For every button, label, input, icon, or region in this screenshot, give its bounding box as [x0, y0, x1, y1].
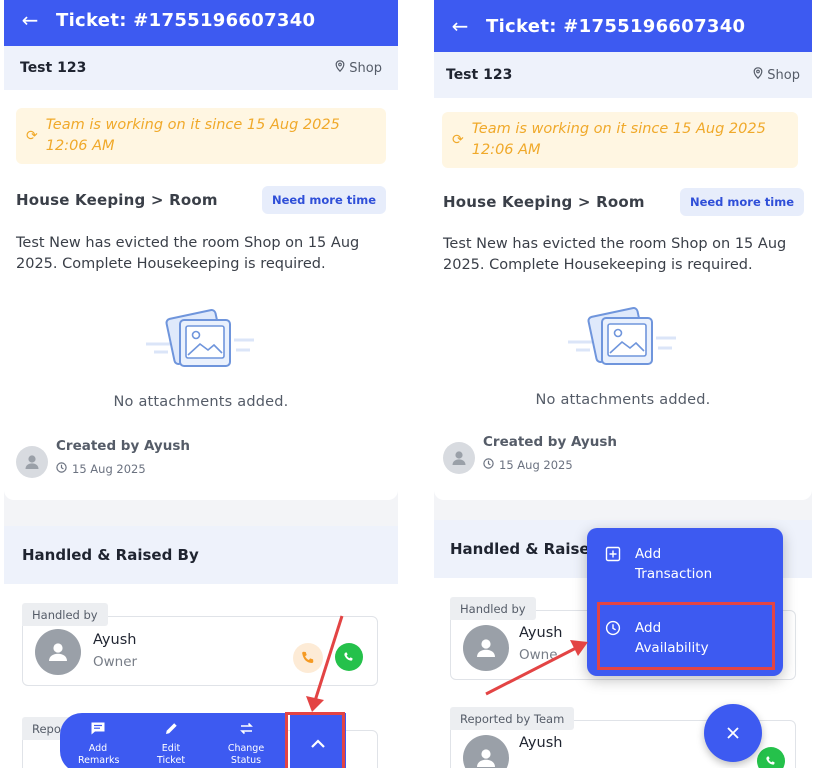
- add-transaction-label: Add Transaction: [635, 546, 713, 582]
- edit-ticket-button[interactable]: Edit Ticket: [154, 721, 188, 767]
- handled-by-tag: Handled by: [22, 603, 108, 626]
- reported-by-tag: Reported by Team: [450, 707, 575, 730]
- reporter-name: Ayush: [519, 735, 563, 751]
- created-date: 15 Aug 2025: [56, 462, 190, 476]
- add-availability-item[interactable]: Add Availability: [605, 618, 735, 658]
- avatar: [16, 446, 48, 478]
- location-label: Shop: [349, 60, 382, 76]
- change-status-button[interactable]: Change Status: [224, 721, 268, 767]
- status-banner-text: Team is working on it since 15 Aug 2025 …: [471, 121, 766, 158]
- ticket-subheader: Test 123 Shop: [434, 52, 812, 98]
- avatar: [443, 442, 475, 474]
- close-fab-button[interactable]: [704, 704, 762, 762]
- close-icon: [726, 721, 740, 745]
- avatar: [463, 625, 509, 671]
- created-date: 15 Aug 2025: [483, 458, 617, 472]
- back-arrow-icon[interactable]: ←: [4, 8, 56, 32]
- person-icon: [25, 455, 39, 469]
- handler-name: Ayush: [93, 632, 137, 648]
- handled-by-tag: Handled by: [450, 597, 536, 620]
- chevron-up-icon: [310, 734, 326, 753]
- expand-button[interactable]: [290, 713, 346, 768]
- sync-icon: ⟳: [452, 132, 464, 148]
- pencil-icon: [164, 721, 179, 740]
- no-attachments-text: No attachments added.: [113, 394, 289, 410]
- handled-raised-heading: Handled & Raised By: [4, 526, 398, 584]
- add-transaction-item[interactable]: Add Transaction: [605, 544, 735, 584]
- left-screen: ← Ticket: #1755196607340 Test 123 Shop ⟳…: [4, 0, 398, 768]
- person-icon: [49, 643, 67, 661]
- ticket-details-card: Test 123 Shop ⟳ Team is working on it si…: [4, 46, 398, 500]
- clock-icon: [483, 458, 494, 472]
- back-arrow-icon[interactable]: ←: [434, 14, 486, 38]
- person-icon: [452, 451, 466, 465]
- category-path: House Keeping > Room: [443, 193, 645, 211]
- status-banner: ⟳ Team is working on it since 15 Aug 202…: [442, 112, 798, 168]
- category-row: House Keeping > Room Need more time: [443, 188, 804, 216]
- edit-ticket-label: Edit Ticket: [156, 743, 186, 766]
- status-banner-text: Team is working on it since 15 Aug 2025 …: [45, 117, 340, 154]
- app-bar: ← Ticket: #1755196607340: [4, 0, 398, 46]
- whatsapp-icon[interactable]: [335, 643, 363, 671]
- clock-icon: [605, 620, 621, 658]
- page-title: Ticket: #1755196607340: [486, 15, 746, 37]
- no-attachments-text: No attachments added.: [535, 392, 711, 408]
- ticket-description: Test New has evicted the room Shop on 15…: [16, 235, 360, 272]
- category-path: House Keeping > Room: [16, 191, 218, 209]
- category-row: House Keeping > Room Need more time: [16, 186, 386, 214]
- attachment-illustration-icon: [568, 306, 678, 380]
- need-more-time-button[interactable]: Need more time: [679, 188, 804, 216]
- right-screen: ← Ticket: #1755196607340 Test 123 Shop ⟳…: [434, 0, 812, 768]
- avatar: [35, 629, 81, 675]
- location-pin-icon: [335, 60, 345, 76]
- clock-icon: [56, 462, 67, 476]
- swap-icon: [239, 721, 254, 740]
- location-label: Shop: [767, 67, 800, 83]
- created-by-text: Created by Ayush: [483, 434, 617, 450]
- handler-name: Ayush: [519, 625, 563, 641]
- need-more-time-button[interactable]: Need more time: [261, 186, 386, 214]
- change-status-label: Change Status: [227, 743, 265, 766]
- chat-icon: [90, 721, 106, 740]
- ticket-name: Test 123: [446, 67, 513, 83]
- add-remarks-label: Add Remarks: [78, 743, 120, 766]
- location: Shop: [335, 60, 382, 76]
- fab-menu-popup: Add Transaction Add Availability: [587, 528, 783, 676]
- app-bar: ← Ticket: #1755196607340: [434, 0, 812, 52]
- location: Shop: [753, 67, 800, 83]
- page-title: Ticket: #1755196607340: [56, 9, 316, 31]
- status-banner: ⟳ Team is working on it since 15 Aug 202…: [16, 108, 386, 164]
- person-icon: [477, 639, 495, 657]
- avatar: [463, 735, 509, 768]
- created-by-block: Created by Ayush 15 Aug 2025: [16, 438, 190, 478]
- ticket-subheader: Test 123 Shop: [4, 46, 398, 90]
- handler-role: Owner: [93, 654, 138, 670]
- attachment-illustration-icon: [146, 308, 256, 382]
- person-icon: [477, 749, 495, 767]
- created-date-text: 15 Aug 2025: [72, 462, 146, 476]
- add-remarks-button[interactable]: Add Remarks: [78, 721, 120, 767]
- created-date-text: 15 Aug 2025: [499, 458, 573, 472]
- ticket-description: Test New has evicted the room Shop on 15…: [443, 236, 787, 273]
- plus-square-icon: [605, 546, 621, 584]
- ticket-details-card: Test 123 Shop ⟳ Team is working on it si…: [434, 52, 812, 500]
- sync-icon: ⟳: [26, 128, 38, 144]
- bottom-action-bar: Add Remarks Edit Ticket Change Status: [60, 713, 286, 768]
- whatsapp-icon[interactable]: [757, 747, 785, 768]
- created-by-text: Created by Ayush: [56, 438, 190, 454]
- created-by-block: Created by Ayush 15 Aug 2025: [443, 434, 617, 474]
- phone-call-icon[interactable]: [293, 643, 323, 673]
- handler-role: Owne: [519, 647, 558, 663]
- add-availability-label: Add Availability: [635, 620, 709, 656]
- location-pin-icon: [753, 67, 763, 83]
- ticket-name: Test 123: [20, 60, 87, 76]
- handled-by-card: Handled by Ayush Owner: [22, 603, 378, 686]
